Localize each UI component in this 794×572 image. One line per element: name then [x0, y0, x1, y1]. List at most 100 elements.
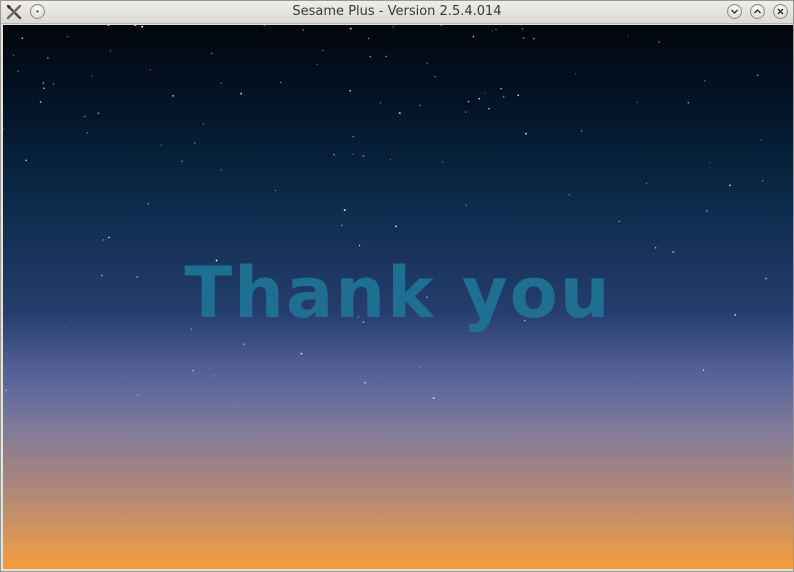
star	[729, 184, 731, 187]
star	[42, 82, 44, 84]
star	[136, 394, 139, 396]
close-button[interactable]	[773, 4, 788, 19]
star	[434, 76, 436, 78]
chevron-up-icon	[753, 8, 762, 14]
star	[316, 63, 318, 65]
star	[83, 115, 86, 118]
star	[300, 352, 303, 355]
star	[263, 25, 265, 27]
star	[568, 194, 571, 196]
star	[349, 89, 351, 92]
star	[352, 136, 354, 138]
star	[491, 30, 494, 32]
application-window: Sesame Plus - Version 2.5.4.014 Thank yo…	[0, 0, 794, 572]
star	[192, 369, 194, 372]
star	[426, 62, 428, 64]
window-title: Sesame Plus - Version 2.5.4.014	[292, 4, 502, 19]
star	[202, 123, 204, 125]
star	[21, 37, 24, 40]
star	[626, 35, 629, 37]
star	[654, 246, 657, 249]
star	[5, 389, 7, 392]
star	[52, 83, 55, 85]
star	[352, 153, 354, 155]
star	[147, 203, 149, 205]
star	[495, 28, 497, 31]
close-icon	[777, 8, 784, 15]
star	[704, 80, 706, 82]
star	[442, 161, 444, 163]
star	[519, 25, 521, 26]
star	[275, 190, 277, 192]
star	[488, 107, 490, 110]
star	[687, 102, 689, 104]
star	[636, 101, 638, 103]
star	[392, 26, 394, 28]
star	[762, 180, 764, 182]
star	[362, 155, 365, 157]
star	[149, 69, 151, 71]
star	[108, 236, 110, 239]
star	[484, 92, 486, 94]
star	[210, 52, 213, 55]
star	[358, 244, 361, 247]
star	[109, 49, 112, 52]
star	[389, 158, 391, 160]
star	[522, 37, 525, 39]
star	[13, 54, 15, 56]
star	[349, 27, 352, 30]
star	[580, 130, 583, 132]
star	[17, 70, 20, 72]
thank-you-screen: Thank you	[3, 25, 793, 569]
star	[160, 144, 162, 146]
star	[367, 37, 370, 40]
star	[25, 159, 28, 162]
star	[658, 41, 660, 43]
star	[181, 160, 183, 163]
star	[472, 35, 475, 38]
chevron-down-icon	[730, 9, 739, 15]
star	[193, 142, 196, 144]
star	[369, 55, 372, 58]
star	[91, 75, 93, 77]
star	[97, 112, 100, 115]
star	[533, 37, 535, 40]
minimize-button[interactable]	[727, 4, 742, 19]
star	[235, 403, 237, 405]
star	[380, 102, 382, 104]
star	[172, 95, 174, 97]
star	[322, 49, 324, 52]
star	[500, 88, 502, 90]
star	[419, 366, 421, 368]
star	[135, 25, 137, 27]
maximize-button[interactable]	[750, 4, 765, 19]
star	[467, 100, 470, 103]
star	[706, 210, 708, 212]
star	[66, 36, 69, 38]
star	[760, 139, 762, 141]
star	[525, 132, 527, 135]
star	[3, 128, 4, 130]
star	[645, 182, 648, 184]
star	[86, 131, 89, 134]
title-bar[interactable]: Sesame Plus - Version 2.5.4.014	[1, 1, 793, 24]
star	[517, 94, 520, 97]
star	[107, 25, 110, 26]
star	[618, 220, 620, 222]
star	[385, 55, 387, 58]
star	[395, 225, 397, 228]
star	[702, 369, 705, 371]
star	[398, 112, 401, 115]
star	[419, 104, 421, 106]
star	[243, 343, 246, 346]
star	[343, 209, 346, 212]
star	[432, 397, 435, 399]
star	[521, 27, 524, 30]
star	[141, 25, 144, 28]
star	[220, 169, 222, 171]
star	[47, 57, 49, 59]
star	[302, 29, 305, 31]
star	[575, 73, 577, 75]
star	[134, 25, 137, 26]
star	[213, 375, 215, 377]
